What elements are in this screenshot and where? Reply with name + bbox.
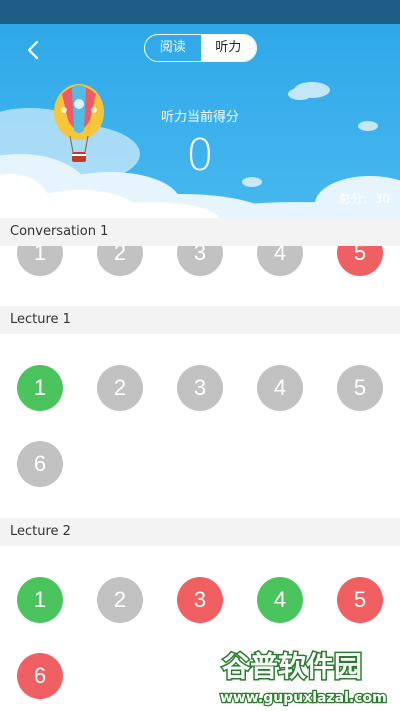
section-switch: 阅读 听力 (144, 34, 257, 62)
question-row-conversation-1: 1 2 3 4 5 (0, 246, 400, 306)
total-score: 总分: 30 (339, 190, 390, 207)
question-grid-lecture-1: 1 2 3 4 5 6 (0, 334, 400, 518)
status-bar (0, 0, 400, 24)
question-number: 3 (193, 246, 207, 265)
question-number: 1 (33, 375, 47, 400)
section-title-lecture-2: Lecture 2 (0, 518, 400, 546)
question-number: 6 (33, 663, 47, 688)
question-bubble[interactable]: 3 (177, 577, 223, 623)
back-arrow-icon[interactable] (22, 38, 46, 62)
question-bubble[interactable]: 1 (17, 577, 63, 623)
question-number: 1 (33, 246, 47, 265)
question-number: 3 (193, 587, 207, 612)
section-title-lecture-1: Lecture 1 (0, 306, 400, 334)
tab-listening[interactable]: 听力 (200, 35, 256, 61)
section-title-conversation-1: Conversation 1 (0, 218, 400, 246)
question-bubble[interactable]: 4 (257, 365, 303, 411)
question-number: 4 (273, 587, 287, 612)
question-number: 2 (113, 587, 127, 612)
question-bubble[interactable]: 4 (257, 577, 303, 623)
question-number: 2 (113, 375, 127, 400)
question-bubble[interactable]: 1 (17, 246, 63, 276)
question-bubble[interactable]: 3 (177, 246, 223, 276)
question-bubble[interactable]: 2 (97, 577, 143, 623)
question-bubble[interactable]: 2 (97, 365, 143, 411)
question-number: 2 (113, 246, 127, 265)
question-number: 1 (33, 587, 47, 612)
question-number: 5 (353, 375, 367, 400)
site-watermark-logo: 谷普软件园 www.gupuxlazal.com (219, 649, 388, 708)
question-number: 5 (353, 246, 367, 265)
question-bubble[interactable]: 2 (97, 246, 143, 276)
question-number: 4 (273, 246, 287, 265)
watermark-url: www.gupuxlazal.com (220, 690, 387, 706)
question-bubble[interactable]: 6 (17, 653, 63, 699)
question-bubble[interactable]: 5 (337, 365, 383, 411)
question-number: 5 (353, 587, 367, 612)
question-number: 4 (273, 375, 287, 400)
question-bubble[interactable]: 5 (337, 577, 383, 623)
question-bubble[interactable]: 4 (257, 246, 303, 276)
score-value: 0 (186, 130, 214, 181)
tab-reading[interactable]: 阅读 (145, 35, 201, 61)
question-bubble[interactable]: 3 (177, 365, 223, 411)
question-bubble[interactable]: 6 (17, 441, 63, 487)
total-score-label: 总分: (338, 192, 367, 206)
question-bubble[interactable]: 1 (17, 365, 63, 411)
total-score-value: 30 (374, 192, 390, 206)
score-header: 阅读 听力 听力当前得分 0 总分: 30 (0, 24, 400, 218)
question-number: 3 (193, 375, 207, 400)
question-bubble[interactable]: 5 (337, 246, 383, 276)
score-label: 听力当前得分 (160, 110, 239, 125)
watermark-name: 谷普软件园 (222, 650, 362, 683)
question-number: 6 (33, 451, 47, 476)
